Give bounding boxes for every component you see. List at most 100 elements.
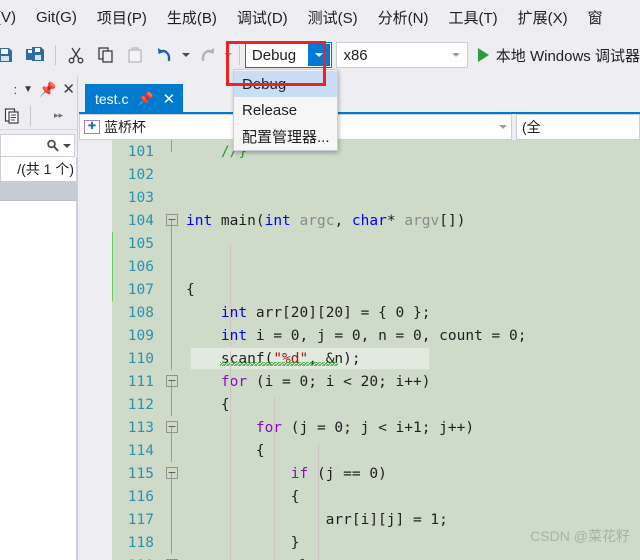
code-line[interactable]: 103	[112, 186, 640, 209]
menu-view[interactable]: (V)	[0, 5, 26, 30]
menu-git[interactable]: Git(G)	[26, 5, 87, 30]
fold-margin[interactable]: −	[160, 370, 186, 393]
code-editor[interactable]: 101 //} 102 103 104− int main(int argc, char…	[112, 140, 640, 560]
code-line[interactable]: 102	[112, 163, 640, 186]
fold-margin[interactable]	[160, 347, 186, 370]
code-line[interactable]: 118 }	[112, 531, 640, 558]
fold-margin[interactable]	[160, 324, 186, 347]
menu-tools[interactable]: 工具(T)	[438, 3, 507, 32]
code-line[interactable]: 105	[112, 232, 640, 267]
fold-margin[interactable]	[160, 531, 186, 554]
copy-icon[interactable]	[4, 107, 21, 125]
menu-debug[interactable]: 调试(D)	[227, 3, 298, 32]
code-line[interactable]: 119− else	[112, 554, 640, 560]
code-line[interactable]: 109 int i = 0, j = 0, n = 0, count = 0;	[112, 324, 640, 351]
dropdown-item-release[interactable]: Release	[234, 97, 337, 123]
code-line[interactable]: 115− if (j == 0)	[112, 462, 640, 489]
fold-line	[171, 473, 172, 485]
selected-result-row[interactable]	[0, 181, 77, 201]
redo-icon	[194, 42, 220, 68]
fold-margin[interactable]	[160, 439, 186, 462]
menu-test[interactable]: 测试(S)	[298, 3, 368, 32]
fold-margin[interactable]	[160, 485, 186, 508]
dropdown-item-configuration-manager[interactable]: 配置管理器...	[234, 123, 337, 149]
paste-icon[interactable]	[122, 42, 148, 68]
cut-icon[interactable]	[63, 42, 89, 68]
tab-test-c[interactable]: test.c 📌 ✕	[85, 84, 184, 114]
fold-margin[interactable]	[160, 255, 186, 278]
chevron-down-icon[interactable]: ▼	[23, 84, 33, 95]
change-indicator	[112, 278, 113, 301]
search-input[interactable]	[0, 134, 75, 157]
line-number: 107	[127, 281, 154, 298]
find-results-panel: : ▼ 📌 ✕ ▸▸ /(共 1 个)	[0, 76, 78, 560]
code-line[interactable]: 104− int main(int argc, char* argv[])	[112, 209, 640, 232]
save-all-icon[interactable]	[22, 42, 48, 68]
solution-configuration-combo[interactable]: Debug	[244, 42, 333, 68]
save-icon[interactable]	[0, 42, 18, 68]
fold-margin[interactable]: −	[160, 416, 186, 439]
copy-icon[interactable]	[93, 42, 119, 68]
close-icon[interactable]: ✕	[62, 82, 75, 97]
search-options-caret[interactable]	[63, 143, 71, 148]
fold-collapse-icon[interactable]: −	[166, 214, 178, 226]
fold-margin[interactable]	[160, 140, 186, 163]
menu-analyze[interactable]: 分析(N)	[368, 3, 439, 32]
fold-margin[interactable]	[160, 278, 186, 301]
code-line[interactable]: 113− for (j = 0; j < i+1; j++)	[112, 416, 640, 443]
panel-toolbar: ▸▸	[0, 102, 77, 130]
code-line[interactable]: 116 {	[112, 485, 640, 512]
fold-line	[171, 508, 172, 531]
code-line[interactable]: 110 scanf("%d", &n);	[112, 347, 640, 374]
scope-caret-icon[interactable]	[499, 115, 507, 139]
fold-margin[interactable]	[160, 508, 186, 531]
fold-margin[interactable]: −	[160, 462, 186, 485]
fold-margin[interactable]: −	[160, 209, 186, 232]
code-text: int i = 0, j = 0, n = 0, count = 0;	[186, 327, 640, 351]
fold-margin[interactable]	[160, 301, 186, 324]
line-number: 104	[127, 212, 154, 229]
code-line[interactable]: 101 //}	[112, 140, 640, 163]
menu-project[interactable]: 项目(P)	[87, 3, 157, 32]
overflow-icon[interactable]: ▸▸	[54, 110, 63, 121]
configuration-dropdown-button[interactable]	[308, 44, 331, 66]
fold-line	[171, 427, 172, 439]
fold-margin[interactable]	[160, 232, 186, 255]
undo-icon[interactable]	[152, 42, 178, 68]
error-squiggle	[220, 361, 338, 366]
fold-margin[interactable]	[160, 163, 186, 186]
fold-collapse-icon[interactable]: −	[166, 467, 178, 479]
start-debug-button[interactable]: 本地 Windows 调试器	[477, 45, 640, 66]
code-line[interactable]: 106	[112, 255, 640, 290]
close-icon[interactable]: ✕	[163, 92, 176, 107]
solution-platform-combo[interactable]: x86	[336, 42, 468, 68]
code-text: if (j == 0)	[186, 465, 640, 489]
dropdown-item-debug[interactable]: Debug	[234, 71, 337, 97]
fold-margin[interactable]	[160, 186, 186, 209]
line-number: 105	[127, 235, 154, 252]
code-line[interactable]: 112 {	[112, 393, 640, 420]
fold-collapse-icon[interactable]: −	[166, 421, 178, 433]
code-line[interactable]: 108 int arr[20][20] = { 0 };	[112, 301, 640, 328]
pin-icon[interactable]: 📌	[137, 91, 153, 107]
member-combo[interactable]: (全	[516, 114, 640, 140]
code-line[interactable]: 114 {	[112, 439, 640, 466]
fold-collapse-icon[interactable]: −	[166, 375, 178, 387]
menu-extensions[interactable]: 扩展(X)	[508, 3, 578, 32]
platform-dropdown-button[interactable]	[447, 43, 465, 67]
fold-margin[interactable]	[160, 393, 186, 416]
code-text: int arr[20][20] = { 0 };	[186, 304, 640, 328]
menu-window[interactable]: 窗	[578, 3, 613, 32]
menu-build[interactable]: 生成(B)	[157, 3, 227, 32]
code-line[interactable]: 111− for (i = 0; i < 20; i++)	[112, 370, 640, 397]
undo-dropdown-caret[interactable]	[180, 43, 192, 67]
results-list[interactable]	[0, 201, 77, 560]
fold-margin[interactable]: −	[160, 554, 186, 560]
code-line[interactable]: 117 arr[i][j] = 1;	[112, 508, 640, 535]
configuration-dropdown-menu[interactable]: Debug Release 配置管理器...	[233, 69, 338, 151]
pin-icon[interactable]: 📌	[39, 81, 56, 98]
fold-line	[171, 278, 172, 301]
tab-label: test.c	[95, 91, 129, 107]
code-line[interactable]: 107 {	[112, 278, 640, 305]
document-tab-strip: test.c 📌 ✕	[79, 84, 640, 114]
